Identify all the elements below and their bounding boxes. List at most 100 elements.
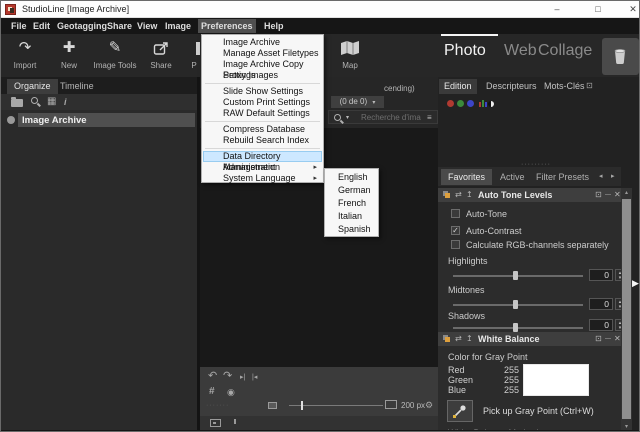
tab-descripteurs[interactable]: Descripteurs: [481, 79, 542, 94]
search-icon[interactable]: [334, 114, 341, 121]
image-tools-button[interactable]: ✎ Image Tools: [92, 36, 138, 76]
auto-contrast-checkbox[interactable]: ✓: [451, 226, 460, 235]
menu-help[interactable]: Help: [261, 19, 287, 33]
map-button[interactable]: Map: [328, 36, 372, 76]
dock-icon[interactable]: ⊡: [595, 332, 602, 346]
close-panel-icon[interactable]: ✕: [614, 188, 621, 202]
eye-icon[interactable]: ◉: [227, 387, 235, 397]
tab-timeline[interactable]: Timeline: [53, 79, 101, 94]
slider-thumb[interactable]: [301, 401, 303, 410]
pick-gray-point-button[interactable]: [447, 400, 473, 422]
thumbnail-size-value: 200 px: [401, 401, 425, 410]
highlights-slider[interactable]: [453, 275, 583, 277]
trash-button[interactable]: [602, 38, 639, 75]
menu-item-compress-database[interactable]: Compress Database: [203, 124, 322, 135]
menu-item-data-directory-management[interactable]: Data Directory Management: [203, 151, 322, 162]
highlights-value[interactable]: 0: [589, 269, 613, 281]
menu-item-system-language[interactable]: System Language▸: [203, 173, 322, 184]
close-panel-icon[interactable]: ✕: [614, 332, 621, 346]
tree-item-image-archive[interactable]: Image Archive: [22, 115, 87, 126]
green-dot-icon[interactable]: [457, 100, 464, 107]
red-dot-icon[interactable]: [447, 100, 454, 107]
submenu-item-italian[interactable]: Italian: [325, 210, 378, 223]
minimize-button[interactable]: –: [543, 1, 571, 17]
menu-view[interactable]: View: [134, 19, 160, 33]
import-button[interactable]: ↷ Import: [3, 36, 47, 76]
white-balance-panel-header[interactable]: ⇄ ↥ White Balance ⊡ — ✕: [438, 332, 621, 346]
tab-organize[interactable]: Organize: [7, 79, 58, 94]
menu-item-rebuild-search-index[interactable]: Rebuild Search Index: [203, 135, 322, 146]
menu-item-manage-asset-filetypes[interactable]: Manage Asset Filetypes: [203, 48, 322, 59]
minimize-panel-icon[interactable]: —: [605, 188, 611, 202]
tab-favorites[interactable]: Favorites: [441, 169, 492, 185]
auto-tone-checkbox[interactable]: [451, 209, 460, 218]
tab-filter-presets[interactable]: Filter Presets: [529, 169, 596, 185]
menu-item-image-archive[interactable]: Image Archive: [203, 37, 322, 48]
menu-item-administration[interactable]: Administration▸: [203, 162, 322, 173]
menu-geotagging[interactable]: Geotagging: [54, 19, 110, 33]
auto-tone-panel-header[interactable]: ⇄ ↥ Auto Tone Levels ⊡ — ✕: [438, 188, 621, 202]
menu-file[interactable]: File: [8, 19, 30, 33]
count-dropdown[interactable]: (0 de 0) ▾: [331, 96, 384, 108]
rotate-right-icon[interactable]: ↷: [223, 371, 232, 381]
search-menu-icon[interactable]: ≡: [427, 113, 432, 122]
rgb-separate-checkbox[interactable]: [451, 240, 460, 249]
filter-icon[interactable]: [230, 419, 236, 424]
rotate-left-icon[interactable]: ↶: [208, 371, 217, 381]
submenu-item-french[interactable]: French: [325, 197, 378, 210]
annotation-icon[interactable]: [210, 419, 221, 427]
scroll-tabs-left-icon[interactable]: ◂: [599, 172, 603, 182]
shadows-slider[interactable]: [453, 327, 583, 329]
window-title: StudioLine [Image Archive]: [22, 4, 129, 14]
submenu-item-german[interactable]: German: [325, 184, 378, 197]
thumbnail-size-slider[interactable]: [289, 405, 383, 406]
scrollbar-thumb[interactable]: [622, 199, 631, 419]
menu-item-custom-print-settings[interactable]: Custom Print Settings: [203, 97, 322, 108]
menu-item-slide-show-settings[interactable]: Slide Show Settings: [203, 86, 322, 97]
search-input[interactable]: [359, 112, 423, 123]
gear-icon[interactable]: ⚙: [425, 400, 433, 410]
flip-vertical-icon[interactable]: |◂: [252, 373, 257, 383]
flip-horizontal-icon[interactable]: ▸|: [240, 373, 245, 383]
menu-item-proxy-images[interactable]: Proxy Images: [203, 70, 322, 81]
midtones-value[interactable]: 0: [589, 298, 613, 310]
shadows-value[interactable]: 0: [589, 319, 613, 331]
share-button[interactable]: Share: [139, 36, 183, 76]
menu-share[interactable]: Share: [104, 19, 135, 33]
close-button[interactable]: ✕: [619, 1, 640, 17]
slider-thumb[interactable]: [513, 323, 518, 332]
menu-item-raw-default-settings[interactable]: RAW Default Settings: [203, 108, 322, 119]
submenu-item-spanish[interactable]: Spanish: [325, 223, 378, 236]
tab-mots-cles[interactable]: Mots-Clés: [539, 79, 590, 94]
add-tab-icon[interactable]: ⊡: [586, 81, 593, 91]
info-icon[interactable]: i: [64, 97, 67, 107]
search-options-arrow-icon[interactable]: ▾: [346, 114, 349, 121]
grid-view-icon[interactable]: ▦: [47, 97, 56, 107]
mode-tab-web[interactable]: Web: [504, 42, 537, 60]
large-thumbnail-icon[interactable]: [385, 400, 397, 409]
minimize-panel-icon[interactable]: —: [605, 332, 611, 346]
slider-thumb[interactable]: [513, 300, 518, 309]
scroll-up-icon[interactable]: ▴: [621, 188, 632, 198]
slider-thumb[interactable]: [513, 271, 518, 280]
new-button[interactable]: ✚ New: [47, 36, 91, 76]
menu-image[interactable]: Image: [162, 19, 194, 33]
new-folder-icon[interactable]: [11, 99, 23, 107]
mode-tab-collage[interactable]: Collage: [538, 42, 592, 60]
scroll-tabs-right-icon[interactable]: ▸: [611, 172, 615, 182]
dock-icon[interactable]: ⊡: [595, 188, 602, 202]
midtones-slider[interactable]: [453, 304, 583, 306]
collapse-panel-icon[interactable]: ▶: [632, 278, 639, 289]
tab-active[interactable]: Active: [493, 169, 532, 185]
maximize-button[interactable]: □: [584, 1, 612, 17]
tab-edition[interactable]: Edition: [439, 79, 477, 94]
menu-edit[interactable]: Edit: [30, 19, 53, 33]
mode-tab-photo[interactable]: Photo: [444, 42, 486, 60]
crop-icon[interactable]: #: [209, 387, 215, 397]
blue-dot-icon[interactable]: [467, 100, 474, 107]
menu-preferences[interactable]: Preferences: [198, 19, 256, 33]
submenu-item-english[interactable]: English: [325, 171, 378, 184]
search-icon[interactable]: [31, 97, 38, 104]
small-thumbnail-icon[interactable]: [268, 402, 277, 409]
menu-item-image-archive-copy-settings[interactable]: Image Archive Copy Settings: [203, 59, 322, 70]
